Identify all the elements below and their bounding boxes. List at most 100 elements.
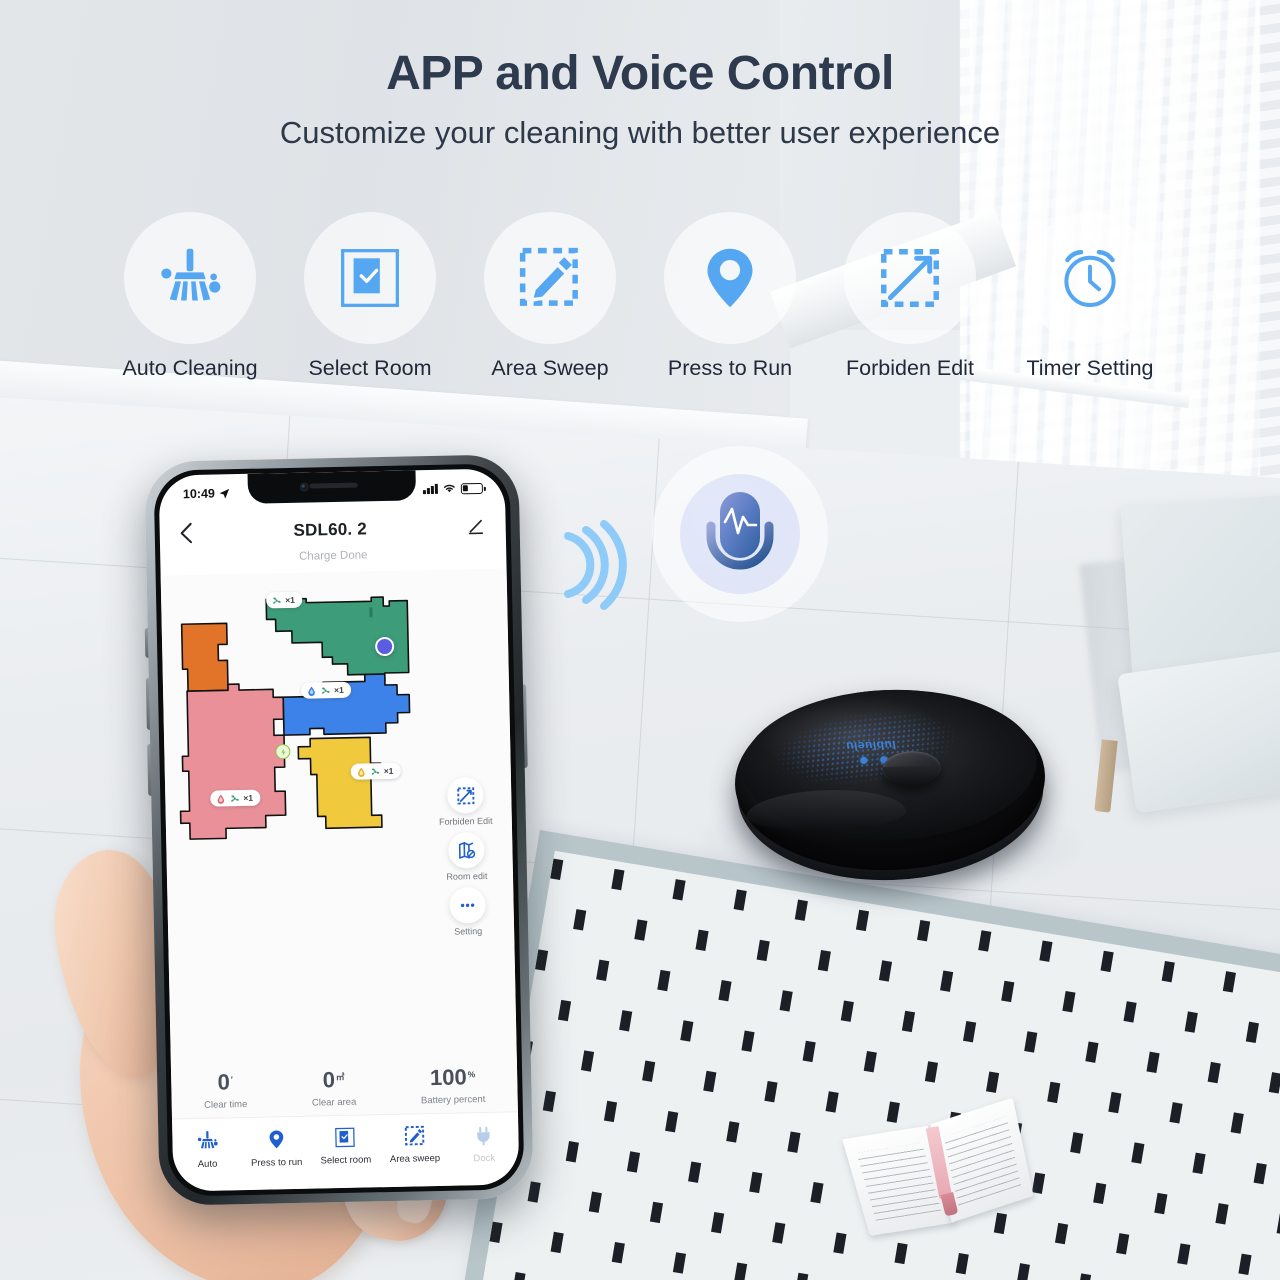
map-badge-yellow[interactable]: ×1 xyxy=(350,762,401,780)
tab-select-room[interactable]: Select room xyxy=(311,1125,380,1166)
phone-screen[interactable]: 10:49 SDL60. 2 Charge Done ×1 ×1 ×1 ×1 F… xyxy=(158,468,520,1192)
map-room-orange[interactable] xyxy=(180,622,229,692)
rug-dash xyxy=(749,1171,763,1194)
rug-dash xyxy=(986,1071,1000,1093)
tool-setting[interactable]: Setting xyxy=(449,886,486,937)
rug-dash xyxy=(1230,1112,1244,1134)
plug-icon xyxy=(477,1126,490,1146)
area-sweep-icon xyxy=(404,1125,425,1146)
rug-dash xyxy=(1100,950,1114,973)
rug-dash xyxy=(642,1060,656,1082)
water-drop-icon xyxy=(217,794,225,804)
broom-icon xyxy=(161,248,221,301)
rug-dash xyxy=(917,920,931,942)
smartphone: 10:49 SDL60. 2 Charge Done ×1 ×1 ×1 ×1 F… xyxy=(144,454,534,1206)
rug-dash xyxy=(772,1222,786,1244)
rug-dash xyxy=(1245,1021,1259,1044)
rug-dash xyxy=(1116,1233,1130,1255)
tab-label: Select room xyxy=(320,1154,372,1167)
rug-dash xyxy=(672,879,686,901)
robot-brand-label: lubluelu xyxy=(844,737,897,754)
feature-label: Area Sweep xyxy=(491,356,609,380)
cellular-signal-icon xyxy=(423,483,438,495)
rug-dash xyxy=(894,1242,908,1265)
rug-dash xyxy=(634,919,648,941)
map-area[interactable]: ×1 ×1 ×1 ×1 Forbiden Edit Room edit Sett… xyxy=(160,568,518,1076)
rug-dash xyxy=(978,930,992,952)
forbidden-edit-icon xyxy=(456,786,474,804)
bottom-tab-bar: Auto Press to run Select room Area sweep… xyxy=(172,1112,520,1192)
page-subtitle: Customize your cleaning with better user… xyxy=(279,115,1001,150)
badge-count: ×1 xyxy=(285,594,295,606)
select-room-icon xyxy=(341,249,399,307)
stat-value: 100 xyxy=(429,1063,467,1090)
stat-unit: % xyxy=(467,1069,476,1080)
phone-bezel: 10:49 SDL60. 2 Charge Done ×1 ×1 ×1 ×1 F… xyxy=(153,463,525,1197)
device-name-title: SDL60. 2 xyxy=(293,519,368,540)
tool-label: Forbiden Edit xyxy=(438,815,493,827)
rug-dash xyxy=(1093,1182,1107,1205)
feature-label: Auto Cleaning xyxy=(122,356,258,380)
rug-dash xyxy=(1146,1051,1160,1074)
rug-dash xyxy=(764,1081,778,1103)
rug-dash xyxy=(703,1070,717,1093)
fan-icon xyxy=(273,597,281,604)
rug-dash xyxy=(901,1010,916,1033)
badge-count: ×1 xyxy=(243,792,254,803)
rug-dash xyxy=(924,1061,939,1083)
tool-room-edit[interactable]: Room edit xyxy=(446,831,488,882)
alarm-clock-icon xyxy=(1064,249,1116,307)
broom-icon xyxy=(197,1131,218,1149)
map-room-yellow[interactable] xyxy=(297,736,383,830)
rug-dash xyxy=(794,899,808,921)
rug-dash xyxy=(1215,1203,1229,1225)
rug-dash xyxy=(810,1181,824,1204)
rug-dash xyxy=(1207,1061,1221,1084)
rug-dash xyxy=(1253,1162,1267,1185)
feature-label: Forbiden Edit xyxy=(846,356,974,380)
stat-label: Clear time xyxy=(203,1098,248,1111)
stat-label: Clear area xyxy=(311,1096,357,1109)
tab-area-sweep[interactable]: Area sweep xyxy=(380,1124,449,1165)
map-badge-green[interactable]: ×1 xyxy=(266,591,303,609)
tool-forbiden-edit[interactable]: Forbiden Edit xyxy=(438,776,493,827)
feature-forbiden-edit[interactable]: Forbiden Edit xyxy=(820,212,1000,381)
rug-dash xyxy=(993,1212,1007,1235)
rug-dash xyxy=(1001,980,1015,1003)
feature-area-sweep[interactable]: Area Sweep xyxy=(460,212,640,381)
pencil-icon[interactable] xyxy=(467,518,485,536)
rug-dash xyxy=(1154,1192,1168,1215)
fan-icon xyxy=(322,687,330,694)
rug-dash xyxy=(817,950,831,972)
rug-dash xyxy=(1062,990,1076,1013)
feature-press-to-run[interactable]: Press to Run xyxy=(640,212,820,381)
map-badge-pink[interactable]: ×1 xyxy=(210,789,261,807)
map-room-pink[interactable] xyxy=(178,683,287,840)
tab-dock[interactable]: Dock xyxy=(450,1122,519,1164)
rug-dash xyxy=(588,1191,602,1213)
tab-auto[interactable]: Auto xyxy=(173,1128,242,1170)
feature-label: Timer Setting xyxy=(1026,356,1154,380)
map-pin-icon xyxy=(707,248,753,308)
rug-dash xyxy=(611,868,625,891)
stat-clear-area: 0㎡ Clear area xyxy=(311,1067,357,1109)
rug-dash xyxy=(1085,1041,1099,1063)
fan-icon xyxy=(231,794,239,802)
chevron-left-icon[interactable] xyxy=(180,522,193,544)
rug-dash xyxy=(542,1090,556,1112)
map-badge-blue[interactable]: ×1 xyxy=(300,681,351,699)
earpiece-speaker xyxy=(309,482,358,489)
rug-dash xyxy=(565,1141,579,1163)
feature-timer-setting[interactable]: Timer Setting xyxy=(1000,212,1180,381)
voice-control-button[interactable] xyxy=(652,446,828,622)
feature-select-room[interactable]: Select Room xyxy=(280,212,460,381)
stat-value: 0 xyxy=(217,1068,231,1095)
status-time: 10:49 xyxy=(182,486,216,502)
feature-auto-cleaning[interactable]: Auto Cleaning xyxy=(100,212,280,381)
tab-press-to-run[interactable]: Press to run xyxy=(242,1127,311,1169)
rug-dash xyxy=(733,889,747,911)
rug-dash xyxy=(825,1091,839,1113)
page-header: APP and Voice Control Customize your cle… xyxy=(0,46,1280,151)
map-pin-icon xyxy=(269,1130,284,1149)
location-arrow-icon xyxy=(219,488,230,499)
